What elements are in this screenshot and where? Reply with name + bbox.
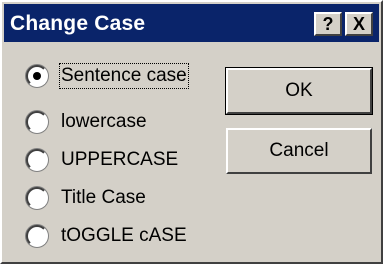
help-button[interactable]: ? (314, 12, 342, 36)
close-button[interactable]: X (345, 12, 373, 36)
radio-lowercase[interactable] (26, 111, 48, 133)
title-bar[interactable]: Change Case ? X (4, 4, 379, 42)
dialog-title: Change Case (10, 12, 146, 35)
option-label: Sentence case (59, 63, 189, 89)
option-title-case[interactable]: Title Case (26, 182, 146, 214)
radio-title-case[interactable] (26, 187, 48, 209)
option-lowercase[interactable]: lowercase (26, 106, 147, 138)
radio-sentence-case[interactable] (26, 65, 48, 87)
radio-toggle-case[interactable] (26, 225, 48, 247)
option-uppercase[interactable]: UPPERCASE (26, 144, 178, 176)
option-label: tOGGLE cASE (61, 225, 187, 246)
radio-uppercase[interactable] (26, 149, 48, 171)
option-label: UPPERCASE (61, 149, 179, 170)
cancel-button[interactable]: Cancel (226, 128, 372, 174)
ok-button[interactable]: OK (226, 68, 372, 114)
option-toggle-case[interactable]: tOGGLE cASE (26, 220, 187, 252)
option-label: Title Case (61, 187, 146, 208)
change-case-dialog: Change Case ? X Sentence case lowercase … (0, 0, 383, 264)
option-sentence-case[interactable]: Sentence case (26, 60, 189, 92)
option-label: lowercase (61, 111, 147, 132)
